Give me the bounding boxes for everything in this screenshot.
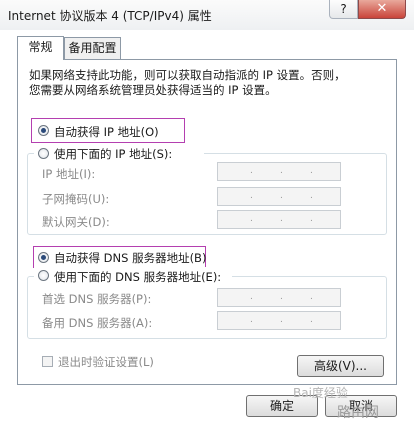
tab-alternate-configuration[interactable]: 备用配置 (64, 37, 121, 59)
preferred-dns-input[interactable]: ... (217, 288, 341, 307)
auto-dns-radio[interactable] (38, 252, 49, 263)
help-button[interactable]: ? (329, 0, 358, 19)
ip-address-input[interactable]: ... (217, 162, 341, 181)
close-button[interactable]: ✕ (358, 0, 406, 19)
baidu-watermark: Bai度经验 (293, 386, 348, 400)
description-line-2: 您需要从网络系统管理员处获得适当的 IP 设置。 (29, 83, 277, 97)
default-gateway-label: 默认网关(D): (42, 215, 110, 229)
auto-dns-label: 自动获得 DNS 服务器地址(B) (54, 251, 207, 265)
close-icon: ✕ (376, 1, 388, 16)
manual-ip-radio[interactable] (38, 148, 49, 159)
preferred-dns-label: 首选 DNS 服务器(P): (42, 292, 152, 306)
advanced-button[interactable]: 高级(V)... (297, 355, 384, 377)
ip-address-label: IP 地址(I): (42, 167, 96, 181)
manual-dns-label: 使用下面的 DNS 服务器地址(E): (54, 270, 222, 284)
alternate-dns-label: 备用 DNS 服务器(A): (42, 316, 153, 330)
description-line-1: 如果网络支持此功能，则可以获取自动指派的 IP 设置。否则， (29, 68, 346, 82)
validate-on-exit-label: 退出时验证设置(L) (58, 355, 154, 369)
default-gateway-input[interactable]: ... (217, 210, 341, 229)
window-title: Internet 协议版本 4 (TCP/IPv4) 属性 (8, 9, 212, 23)
alternate-dns-input[interactable]: ... (217, 311, 341, 330)
subnet-mask-input[interactable]: ... (217, 187, 341, 206)
manual-dns-radio[interactable] (38, 270, 49, 281)
auto-ip-radio[interactable] (38, 125, 49, 136)
validate-on-exit-checkbox[interactable] (42, 356, 53, 367)
subnet-mask-label: 子网掩码(U): (42, 192, 110, 206)
site-watermark: 路由网 (337, 405, 379, 421)
manual-ip-label: 使用下面的 IP 地址(S): (54, 147, 173, 161)
auto-ip-label: 自动获得 IP 地址(O) (54, 125, 159, 139)
description-text: 如果网络支持此功能，则可以获取自动指派的 IP 设置。否则， 您需要从网络系统管… (29, 68, 389, 98)
tab-general[interactable]: 常规 (17, 36, 64, 60)
